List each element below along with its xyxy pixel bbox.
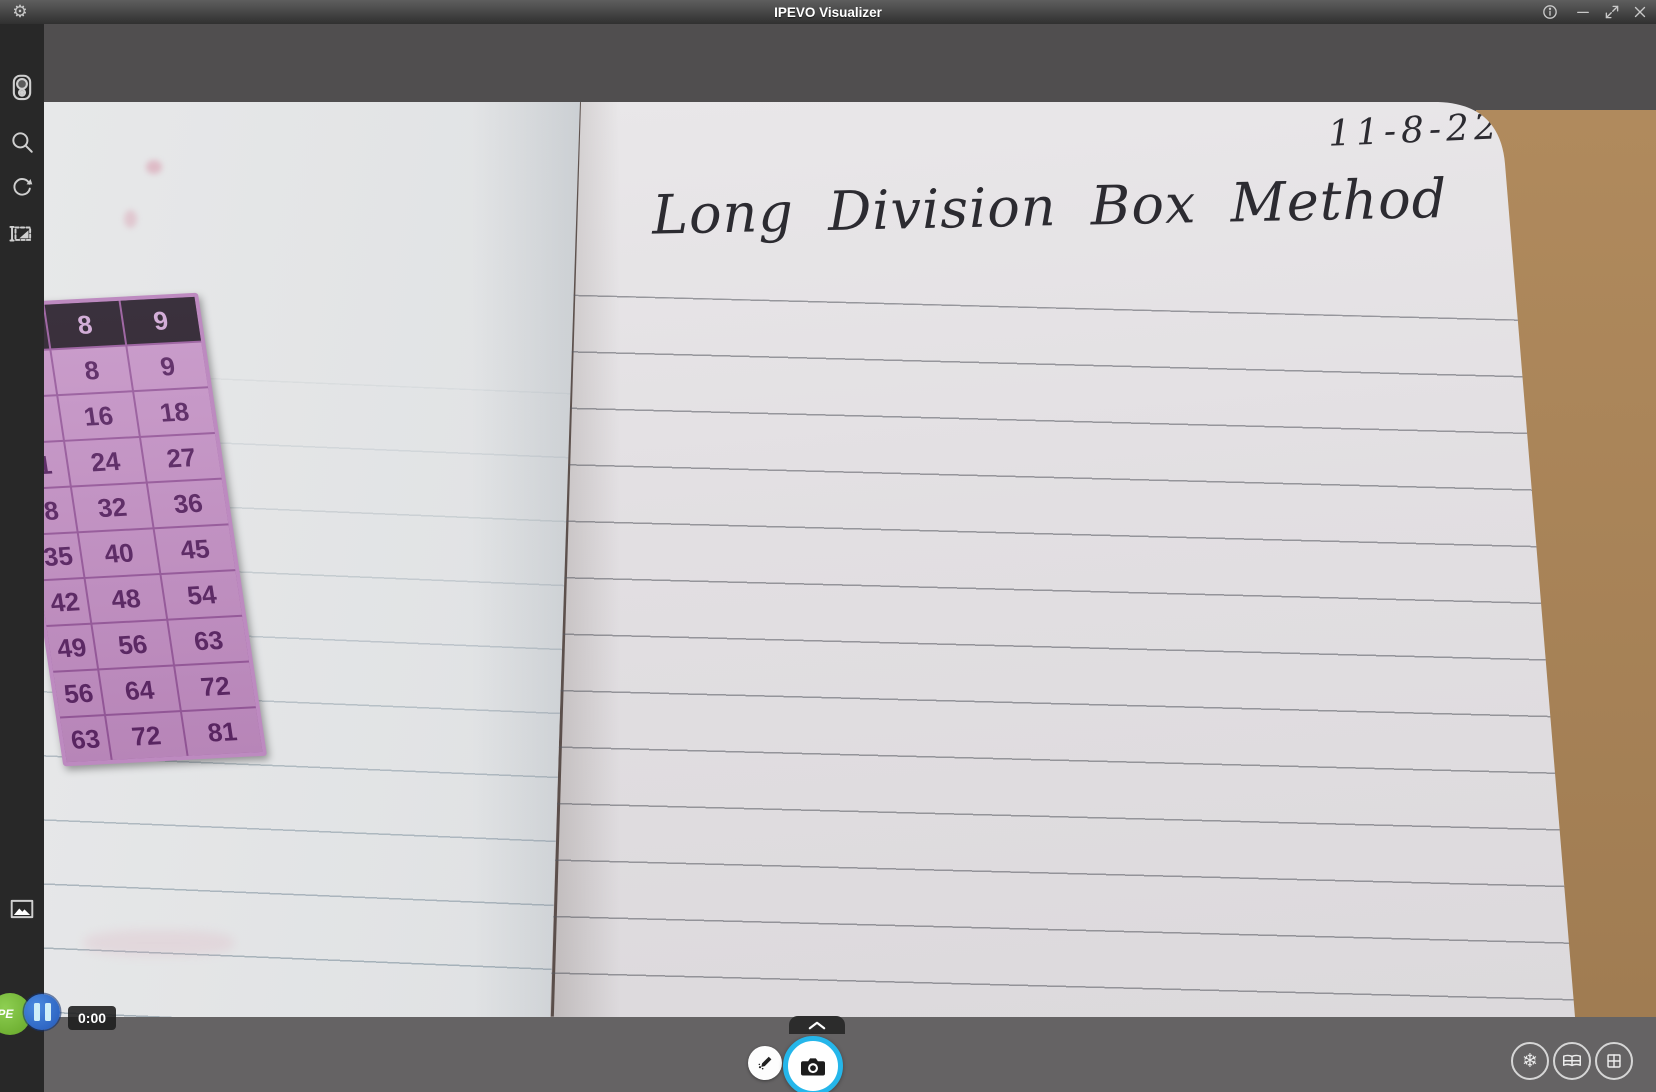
info-icon[interactable] (1538, 0, 1562, 24)
rotate-button[interactable] (0, 167, 44, 207)
card-header-cell: 8 (44, 300, 126, 349)
crop-resize-button[interactable] (0, 214, 44, 254)
camera-shutter-icon (801, 1058, 825, 1076)
annotation-button[interactable] (748, 1046, 782, 1080)
handwritten-title: Long Division Box Method (651, 166, 1448, 247)
camera-device-button[interactable] (0, 68, 44, 108)
recording-timer: 0:00 (68, 1006, 117, 1030)
split-view-button[interactable] (1553, 1042, 1591, 1080)
ruled-lines-right (529, 294, 1649, 1092)
minimize-icon[interactable] (1571, 0, 1595, 24)
book-split-view-icon (1563, 1054, 1581, 1067)
crop-selection-icon (9, 225, 32, 242)
rotate-arrows-icon (13, 178, 33, 196)
zoom-button[interactable] (0, 122, 44, 162)
center-controls (740, 1010, 900, 1092)
snapshot-button[interactable] (783, 1036, 843, 1092)
card-cell: 49 (46, 624, 98, 671)
window-title: IPEVO Visualizer (774, 4, 882, 20)
freeze-snowflake-icon: ❄ (1522, 1050, 1538, 1072)
magnifier-icon (12, 132, 33, 153)
card-cell: 36 (147, 479, 229, 528)
gear-icon[interactable]: ⚙ (8, 0, 32, 24)
info-circle-icon (1543, 5, 1557, 19)
card-cell: 56 (53, 670, 104, 717)
ipevo-visualizer-window: IPEVO Visualizer ⚙ 11-8-22 Long Division… (0, 0, 1656, 1092)
sidebar-toolbar (0, 24, 44, 1092)
snapshot-gallery-button[interactable] (0, 889, 44, 929)
card-cell: 63 (168, 616, 249, 665)
pause-icon (33, 1003, 40, 1021)
card-cell: 16 (58, 392, 139, 440)
grid-multiview-icon (1607, 1054, 1621, 1068)
card-cell: 54 (161, 571, 242, 619)
image-gallery-icon (10, 899, 34, 919)
view-tools: ❄ (1505, 1042, 1655, 1086)
annotation-brush-icon (758, 1056, 772, 1070)
pink-mark (124, 210, 137, 228)
freeze-button[interactable]: ❄ (1511, 1042, 1549, 1080)
card-cell: 48 (85, 575, 167, 623)
notebook-right-page: 11-8-22 Long Division Box Method (550, 102, 1580, 1017)
card-cell: 8 (44, 487, 77, 534)
card-cell: 42 (44, 579, 91, 626)
card-cell: 40 (78, 529, 160, 577)
card-cell: 27 (141, 433, 222, 482)
recording-cluster: IPE 0:00 (0, 988, 200, 1048)
card-cell: 18 (134, 388, 215, 436)
handwritten-date: 11-8-22 (1327, 106, 1503, 155)
card-cell: 72 (106, 712, 187, 760)
ink-bleed-smudge (84, 930, 234, 956)
card-cell: 24 (65, 437, 146, 486)
card-cell: 8 (51, 346, 132, 395)
x-icon (1634, 6, 1646, 18)
card-cell: 72 (175, 662, 256, 711)
card-cell: 63 (60, 716, 111, 763)
close-icon[interactable] (1628, 0, 1652, 24)
card-header-cell: 9 (120, 296, 201, 345)
pause-icon (44, 1003, 51, 1021)
camera-feed: 11-8-22 Long Division Box Method 8 9 8 9 16 1… (44, 24, 1656, 1092)
card-cell: 81 (182, 708, 263, 756)
expand-arrows-icon (1605, 5, 1619, 19)
card-cell: 45 (154, 525, 236, 573)
expand-drawer-tab[interactable] (789, 1016, 845, 1034)
minus-icon (1577, 11, 1589, 14)
document-camera-icon (12, 74, 32, 101)
pause-button[interactable] (24, 994, 60, 1030)
card-cell: 9 (127, 342, 208, 391)
card-cell: 64 (99, 666, 180, 715)
card-cell: 56 (92, 620, 173, 669)
resize-icon[interactable] (1600, 0, 1624, 24)
title-bar: IPEVO Visualizer ⚙ (0, 0, 1656, 24)
pink-mark (146, 160, 162, 174)
grid-view-button[interactable] (1595, 1042, 1633, 1080)
card-cell: 35 (44, 533, 84, 580)
card-cell: 32 (71, 483, 153, 532)
chevron-up-icon (808, 1021, 826, 1029)
